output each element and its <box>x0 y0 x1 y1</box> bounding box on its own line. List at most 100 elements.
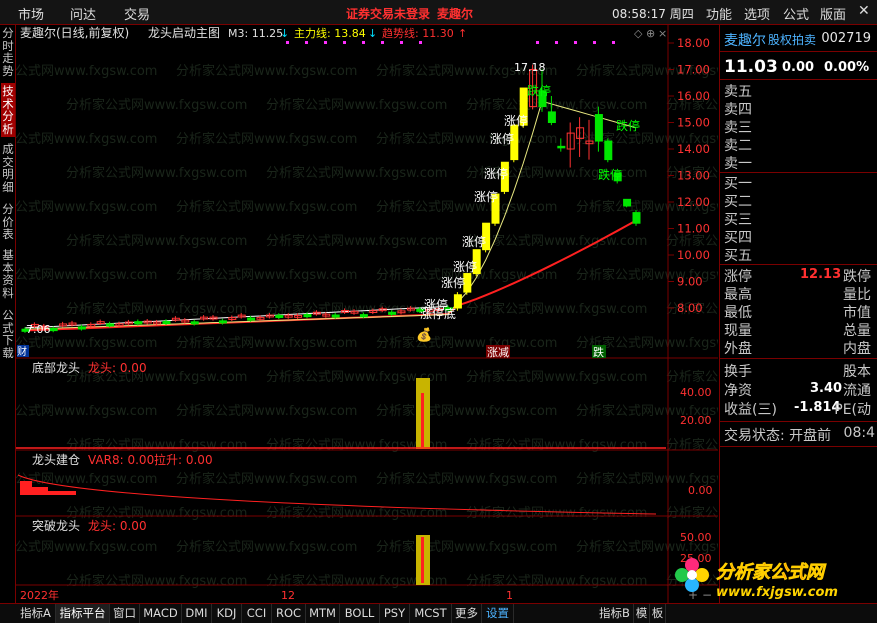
inner-label: 内盘 <box>843 341 871 357</box>
watermark-text: 分析家公式网www.fxgsw.com <box>176 267 357 283</box>
tab-indicator-b[interactable]: 指标B <box>596 604 634 623</box>
event-flag-text: 跌 <box>593 345 604 359</box>
tab-indicator-platform[interactable]: 指标平台 <box>56 604 110 623</box>
high-price-label: 17.18 <box>514 61 546 74</box>
watermark-text: 分析家公式网www.fxgsw.com <box>376 131 557 147</box>
tab-window[interactable]: 窗口 <box>110 604 140 623</box>
tab-kdj[interactable]: KDJ <box>212 604 242 623</box>
menu-wenda[interactable]: 问达 <box>70 4 96 23</box>
menu-market[interactable]: 市场 <box>18 4 44 23</box>
tab-mcst[interactable]: MCST <box>410 604 452 623</box>
watermark-text: 分析家公式网www.fxgsw.com <box>66 573 247 589</box>
tab-macd[interactable]: MACD <box>140 604 182 623</box>
watermark-text: 分析家公式网www.fxgsw.com <box>16 471 157 487</box>
menu-function[interactable]: 功能 <box>706 4 732 23</box>
tab-intraday[interactable]: 分时走势 <box>1 25 15 79</box>
formula-name[interactable]: 龙头启动主图 <box>148 26 220 40</box>
limit-up-tag: 涨停 <box>504 113 528 128</box>
buy-5: 买五 <box>724 248 752 264</box>
watermark-text: 分析家公式网www.fxgsw.com <box>16 403 157 419</box>
main-line-arrow: ↓ <box>368 27 377 40</box>
candle-body <box>247 317 256 321</box>
tab-cci[interactable]: CCI <box>242 604 272 623</box>
ind2-name[interactable]: 龙头建仓 <box>32 453 80 467</box>
ind3-bar-core <box>421 537 424 583</box>
date-label-dec: 12 <box>281 589 295 602</box>
buy-2: 买二 <box>724 194 752 210</box>
watermark-text: 分析家公式网www.fxgsw.com <box>466 369 647 385</box>
ind1-axis-1: 40.00 <box>680 386 712 399</box>
nav-value: 3.40 <box>810 381 843 396</box>
signal-dot <box>286 41 289 44</box>
price-tick-label: 12.00 <box>677 195 710 209</box>
ind3-name[interactable]: 突破龙头 <box>32 518 80 533</box>
ind2-bar <box>20 481 32 495</box>
close-icon[interactable]: × <box>658 27 667 40</box>
buy-3: 买三 <box>724 212 752 228</box>
price-tick-label: 11.00 <box>677 222 710 236</box>
watermark-text: 分析家公式网www.fxgsw.com <box>266 165 447 181</box>
diamond-icon[interactable]: ◇ <box>634 27 643 40</box>
watermark-text: 分析家公式网www.fxgsw.com <box>66 301 247 317</box>
tab-template[interactable]: 模 <box>634 604 650 623</box>
tab-more[interactable]: 更多 <box>452 604 482 623</box>
ind1-name[interactable]: 底部龙头 <box>32 360 80 375</box>
vol-ratio-label: 量比 <box>843 287 871 303</box>
kline-chart-area[interactable]: 分析家公式网www.fxgsw.com 分析家公式网www.fxgsw.com 分析… <box>16 25 718 603</box>
watermark-text: 分析家公式网www.fxgsw.com <box>16 131 157 147</box>
menu-trade[interactable]: 交易 <box>124 4 150 23</box>
limit-up-tag: 涨停 <box>441 275 465 290</box>
tab-price-table[interactable]: 分价表 <box>1 201 15 243</box>
tab-psy[interactable]: PSY <box>380 604 410 623</box>
watermark-text: 分析家公式网www.fxgsw.com <box>176 539 357 555</box>
quote-stock-name: 麦趣尔 <box>724 33 766 49</box>
low-price-label: 7.06 <box>26 323 51 336</box>
watermark-text: 分析家公式网www.fxgsw.com <box>376 539 557 555</box>
menu-user-stock: 麦趣尔 <box>437 7 474 21</box>
close-icon[interactable]: ✕ <box>858 3 870 19</box>
signal-dot <box>555 41 558 44</box>
menu-layout[interactable]: 版面 <box>820 4 846 23</box>
tab-dmi[interactable]: DMI <box>182 604 212 623</box>
candle-body <box>557 145 566 149</box>
watermark-text: 分析家公式网www.fxgsw.com <box>66 165 247 181</box>
zoom-icon[interactable]: ⊕ <box>646 27 655 40</box>
tab-settings[interactable]: 设置 <box>482 604 514 623</box>
price-tick-label: 8.00 <box>677 301 703 315</box>
watermark-text: 分析家公式网www.fxgsw.com <box>266 233 447 249</box>
signal-dot <box>593 41 596 44</box>
high-label: 最高 <box>724 287 752 303</box>
limit-up-tag: 涨停 <box>474 189 498 204</box>
tab-basic-info[interactable]: 基本资料 <box>1 247 15 303</box>
tab-technical[interactable]: 技术分析 <box>1 83 15 137</box>
tab-mtm[interactable]: MTM <box>306 604 340 623</box>
signal-dot <box>343 41 346 44</box>
event-flag-text: 涨减 <box>487 346 509 359</box>
candle-body <box>632 212 641 224</box>
tab-ticks[interactable]: 成交明细 <box>1 141 15 197</box>
watermark-text: 分析家公式网www.fxgsw.com <box>466 573 647 589</box>
trade-login-notice[interactable]: 证券交易未登录 <box>346 5 430 22</box>
sell-3: 卖三 <box>724 120 752 136</box>
main-line-value: 主力线: 13.84 <box>294 26 366 40</box>
tab-formula-download[interactable]: 公式下载 <box>1 307 15 363</box>
quote-panel: 麦趣尔 股权拍卖 002719 11.03 0.00 0.00% 卖五 卖四 卖… <box>675 25 877 603</box>
signal-dot <box>536 41 539 44</box>
candle-body <box>190 321 199 325</box>
finance-flag-text: 财 <box>17 345 27 358</box>
tab-roc[interactable]: ROC <box>272 604 306 623</box>
menu-formula[interactable]: 公式 <box>783 4 809 23</box>
watermark-text: 分析家公式网www.fxgsw.com <box>66 233 247 249</box>
tab-board[interactable]: 板 <box>650 604 666 623</box>
auction-link[interactable]: 股权拍卖 <box>768 31 816 48</box>
nav-label: 净资 <box>724 383 752 399</box>
tab-boll[interactable]: BOLL <box>340 604 380 623</box>
watermark-text: 分析家公式网www.fxgsw.com <box>466 301 647 317</box>
quote-price: 11.03 <box>724 57 778 77</box>
tab-indicator-a[interactable]: 指标A <box>16 604 56 623</box>
ind1-bar-core <box>421 393 424 447</box>
price-tick-label: 9.00 <box>677 275 703 289</box>
candle-body <box>134 321 143 325</box>
date-label-jan: 1 <box>506 589 513 602</box>
menu-options[interactable]: 选项 <box>744 4 770 23</box>
